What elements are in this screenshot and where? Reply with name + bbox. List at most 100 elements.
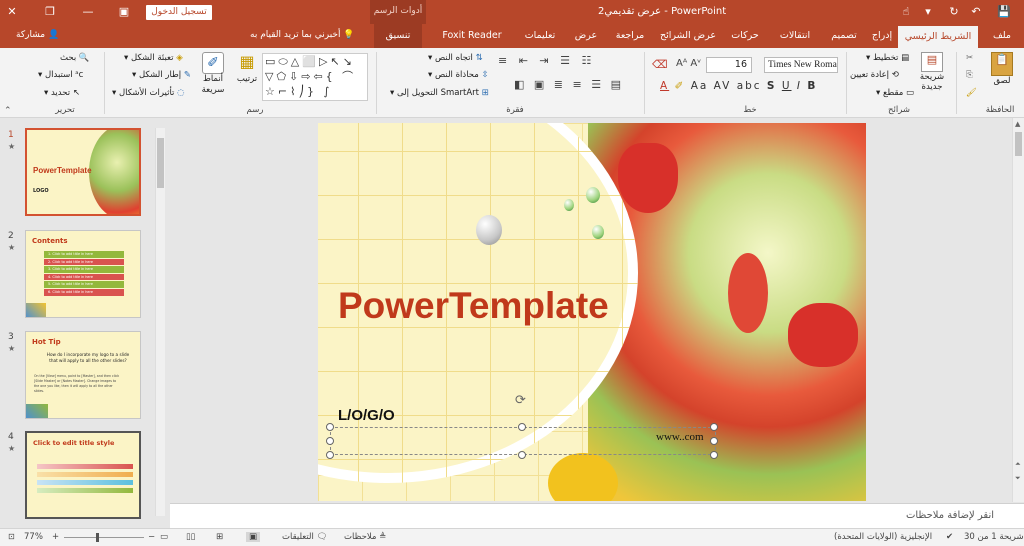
zoom-slider[interactable] [64,537,144,538]
normal-view-icon[interactable]: ▣ [246,532,261,542]
resize-handle[interactable] [326,423,334,431]
fit-slide-icon[interactable]: ⊡ [8,532,15,541]
language-status[interactable]: الإنجليزية (الولايات المتحدة) [834,532,932,542]
text-direction-button[interactable]: ▾ اتجاه النص ⇅ [428,53,483,63]
customize-qat-icon[interactable]: ▾ [920,4,936,20]
tell-me-box[interactable]: أخبرني بما تريد القيام به 💡 [250,30,355,40]
ribbon-display-icon[interactable]: ▣ [116,4,132,20]
arrange-button[interactable]: ▦ ترتيب [232,52,262,102]
resize-handle[interactable] [326,437,334,445]
select-button[interactable]: ▾ تحديد ↖ [44,88,80,98]
tab-review[interactable]: مراجعة [608,24,652,48]
grow-font-button[interactable]: Aᴬ Aᵛ [676,58,701,69]
restore-icon[interactable]: ❐ [42,4,58,20]
layout-button[interactable]: ▾ تخطيط ▤ [866,53,909,63]
cut-icon[interactable]: ✂ [966,53,973,63]
zoom-slider-thumb[interactable] [96,533,99,542]
comments-button[interactable]: التعليقات 🗨 [282,532,327,542]
highlight-icon[interactable]: ✐ [675,80,686,92]
share-button[interactable]: مشاركة 👤 [16,30,59,40]
tab-insert[interactable]: إدراج [866,24,898,48]
zoom-in-icon[interactable]: + [52,532,59,542]
resize-handle[interactable] [326,451,334,459]
italic-button[interactable]: I [797,80,802,92]
scroll-up-icon[interactable]: ▲ [1015,120,1020,128]
save-icon[interactable]: 💾 [996,4,1012,20]
reading-view-icon[interactable]: ▯▯ [186,532,195,542]
paste-button[interactable]: 📋 لصق [984,52,1020,102]
tab-foxit[interactable]: Foxit Reader PDF [432,24,512,65]
resize-handle[interactable] [710,437,718,445]
zoom-out-icon[interactable]: − [148,532,155,542]
next-slide-icon[interactable]: ⏷ [1015,474,1021,483]
login-button[interactable]: تسجيل الدخول [146,5,212,20]
alignment-buttons[interactable]: ◧ ▣ ≣ ≡ ☰ ▤ [514,78,636,91]
scroll-thumb[interactable] [1015,132,1022,156]
slide-scrollbar[interactable]: ▲ ⏶ ⏷ [1012,118,1024,502]
format-painter-icon[interactable]: 🖌 [966,88,977,98]
tab-home[interactable]: الشريط الرئيسي [898,26,978,48]
font-format-buttons[interactable]: A ✐ Aa AV abc S U I B [660,80,838,92]
shape-outline-button[interactable]: ▾ إطار الشكل ✎ [132,70,191,80]
shadow-button[interactable]: S [767,80,777,92]
tab-animations[interactable]: حركات [724,24,766,48]
close-icon[interactable]: ✕ [4,4,20,20]
slide-thumbnail-2[interactable]: Contents 1. Click to add title in here 2… [25,230,141,318]
slide-title[interactable]: PowerTemplate [338,285,609,327]
underline-button[interactable]: U [782,80,792,92]
spellcheck-icon[interactable]: ✔ [946,532,953,542]
section-button[interactable]: ▾ مقطع ▭ [876,88,914,98]
quick-styles-button[interactable]: ✐ أنماط سريعة [198,52,228,102]
tab-view[interactable]: عرض [568,24,604,48]
replace-button[interactable]: ▾ استبدال ᵃc [38,70,83,80]
slide-url-text[interactable]: www..com [656,431,704,443]
rotate-handle-icon[interactable]: ⟳ [515,393,526,408]
slide-thumbnail-3[interactable]: Hot Tip How do I incorporate my logo to … [25,331,141,419]
find-button[interactable]: بحث 🔍 [60,53,90,63]
zoom-level[interactable]: 77% [24,532,43,542]
sorter-view-icon[interactable]: ⊞ [216,532,223,542]
font-color-button[interactable]: A [660,80,669,92]
tab-slideshow[interactable]: عرض الشرائح [656,24,720,48]
undo-icon[interactable]: ↶ [968,4,984,20]
reset-button[interactable]: إعادة تعيين ⟲ [850,70,899,80]
tab-file[interactable]: ملف [984,24,1020,48]
resize-handle[interactable] [518,423,526,431]
shape-effects-button[interactable]: ▾ تأثيرات الأشكال ◌ [112,88,185,98]
touch-mode-icon[interactable]: ☝ [898,4,914,20]
tab-transitions[interactable]: انتقالات [770,24,820,48]
list-buttons[interactable]: ≡ ⇤ ⇥ ☰ ☷ [498,54,624,67]
tab-format[interactable]: تنسيق [374,24,422,48]
notes-pane[interactable]: انقر لإضافة ملاحظات [170,503,1024,528]
tab-design[interactable]: تصميم [822,24,866,48]
resize-handle[interactable] [710,451,718,459]
scroll-thumb[interactable] [157,138,164,188]
font-size-box[interactable]: 16 [706,57,752,73]
repeat-icon[interactable]: ↻ [946,4,962,20]
slideshow-view-icon[interactable]: ▭ [160,532,168,542]
new-slide-button[interactable]: ▤ شريحة جديدة [912,52,952,102]
notes-button[interactable]: ملاحظات ≜ [344,532,386,542]
prev-slide-icon[interactable]: ⏶ [1015,460,1021,469]
tab-help[interactable]: تعليمات [518,24,562,48]
resize-handle[interactable] [518,451,526,459]
spacing-button[interactable]: AV [714,80,732,92]
current-slide[interactable]: PowerTemplate L/O/G/O www..com ⟳ [318,123,866,501]
thumbnail-scrollbar[interactable] [155,128,165,516]
align-text-button[interactable]: ▾ محاذاة النص ⇳ [428,70,489,80]
collapse-ribbon-icon[interactable]: ⌃ [4,106,12,116]
bold-button[interactable]: B [807,80,817,92]
resize-handle[interactable] [710,423,718,431]
font-name-box[interactable]: Times New Roma [764,57,838,73]
shapes-gallery[interactable]: ▭⬭△⬜▷↖↘ ▽⬠⇩⇨⇦{ ⌒ ☆⌐⌇⎠} ∫ [262,53,368,101]
slide-logo-text[interactable]: L/O/G/O [338,407,395,424]
strikethrough-button[interactable]: abc [737,80,762,92]
slide-thumbnail-1[interactable]: PowerTemplate LOGO [25,128,141,216]
slide-thumbnail-4[interactable]: Click to edit title style [25,431,141,519]
smartart-button[interactable]: ▾ التحويل إلى SmartArt ⊞ [390,88,489,98]
minimize-icon[interactable]: — [80,4,96,20]
clear-format-icon[interactable]: ⌫ [652,58,668,71]
copy-icon[interactable]: ⎘ [966,70,973,80]
case-button[interactable]: Aa [691,80,709,92]
shape-fill-button[interactable]: ▾ تعبئة الشكل ◈ [124,53,183,63]
